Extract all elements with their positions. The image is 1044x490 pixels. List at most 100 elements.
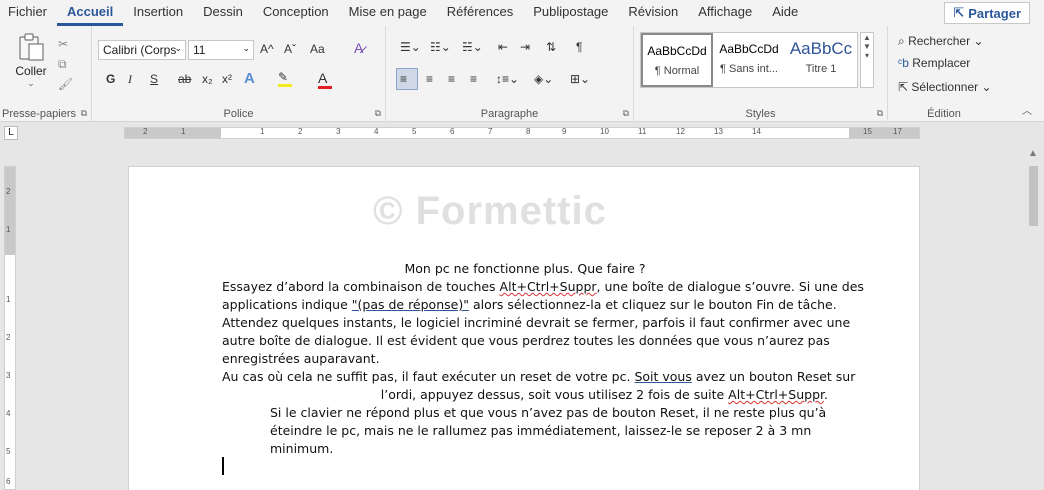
chevron-down-icon: ⌄ bbox=[242, 43, 250, 53]
line-spacing-icon[interactable]: ↕≡⌄ bbox=[496, 72, 519, 86]
underline-button[interactable]: S bbox=[150, 72, 158, 86]
change-case-button[interactable]: Aa bbox=[310, 42, 325, 56]
ruler-number: 1 bbox=[6, 295, 11, 304]
tab-fichier[interactable]: Fichier bbox=[0, 0, 57, 26]
decrease-indent-icon[interactable]: ⇤ bbox=[498, 40, 508, 54]
watermark: © Formettic bbox=[373, 189, 607, 233]
share-label: Partager bbox=[968, 5, 1021, 21]
styles-gallery: AaBbCcDd ¶ Normal AaBbCcDd ¶ Sans int...… bbox=[640, 32, 858, 88]
text-run: Au cas où cela ne suffit pas, il faut ex… bbox=[222, 369, 635, 384]
scroll-up-icon[interactable]: ▲ bbox=[1028, 148, 1038, 159]
tab-conception[interactable]: Conception bbox=[253, 0, 339, 26]
text-effects-button[interactable]: A bbox=[244, 70, 255, 87]
more-styles-icon[interactable]: ▾ bbox=[861, 51, 873, 60]
replace-label: Remplacer bbox=[912, 56, 971, 70]
ribbon: Coller ⌄ ✂ ⧉ 🖌 Presse-papiers ⧉ Calibri … bbox=[0, 26, 1044, 122]
multilevel-list-icon[interactable]: ☵⌄ bbox=[462, 40, 483, 54]
ruler-number: 14 bbox=[752, 127, 761, 136]
tab-selector[interactable]: L bbox=[4, 126, 18, 140]
clear-formatting-icon[interactable]: A̷ bbox=[354, 40, 363, 56]
style-normal[interactable]: AaBbCcDd ¶ Normal bbox=[641, 33, 713, 87]
text-line: Si le clavier ne répond plus et que vous… bbox=[270, 405, 827, 420]
style-heading-1[interactable]: AaBbCc Titre 1 bbox=[785, 33, 857, 87]
shading-icon[interactable]: ◈⌄ bbox=[534, 72, 553, 86]
align-center-icon[interactable]: ≡ bbox=[426, 72, 433, 86]
share-button[interactable]: ⇱ Partager bbox=[944, 2, 1030, 24]
paragraph-launcher-icon[interactable]: ⧉ bbox=[623, 108, 629, 119]
styles-launcher-icon[interactable]: ⧉ bbox=[877, 108, 883, 119]
text-run: . bbox=[824, 387, 828, 402]
font-name-select[interactable]: Calibri (Corps ⌄ bbox=[98, 40, 186, 60]
replace-button[interactable]: ᶜb Remplacer bbox=[898, 56, 970, 70]
ruler-number: 3 bbox=[336, 127, 341, 136]
editing-group-label: Édition bbox=[927, 108, 961, 120]
tab-insertion[interactable]: Insertion bbox=[123, 0, 193, 26]
tab-revision[interactable]: Révision bbox=[618, 0, 688, 26]
ruler-number: 3 bbox=[6, 371, 11, 380]
ruler-number: 7 bbox=[488, 127, 493, 136]
style-preview: AaBbCcDd bbox=[719, 42, 779, 56]
tab-mise-en-page[interactable]: Mise en page bbox=[339, 0, 437, 26]
vertical-ruler-strip[interactable]: 2 1 1 2 3 4 5 6 bbox=[4, 166, 16, 490]
tab-affichage[interactable]: Affichage bbox=[688, 0, 762, 26]
bullets-icon[interactable]: ☰⌄ bbox=[400, 40, 421, 54]
paste-icon bbox=[16, 32, 46, 62]
ruler-strip[interactable]: 2 1 1 2 3 4 5 6 7 8 9 10 11 12 13 14 15 … bbox=[124, 127, 920, 139]
grow-font-button[interactable]: A^ bbox=[260, 42, 274, 56]
vertical-scrollbar[interactable]: ▲ bbox=[1024, 144, 1044, 490]
tab-references[interactable]: Références bbox=[437, 0, 523, 26]
justify-icon[interactable]: ≡ bbox=[470, 72, 477, 86]
text-run: applications indique bbox=[222, 297, 352, 312]
ruler-number: 6 bbox=[450, 127, 455, 136]
tab-accueil[interactable]: Accueil bbox=[57, 0, 124, 26]
select-label: Sélectionner bbox=[911, 80, 979, 94]
clipboard-actions: ✂ ⧉ 🖌 bbox=[58, 34, 73, 94]
sort-icon[interactable]: ⇅ bbox=[546, 40, 556, 54]
find-button[interactable]: ⌕ Rechercher ⌄ bbox=[898, 34, 984, 49]
pilcrow-icon[interactable]: ¶ bbox=[576, 40, 582, 54]
align-right-icon[interactable]: ≡ bbox=[448, 72, 455, 86]
ruler-number: 8 bbox=[526, 127, 531, 136]
italic-button[interactable]: I bbox=[128, 72, 132, 87]
tab-dessin[interactable]: Dessin bbox=[193, 0, 253, 26]
font-color-button[interactable]: A bbox=[318, 70, 332, 89]
select-button[interactable]: ⇱ Sélectionner ⌄ bbox=[898, 80, 992, 94]
font-size-select[interactable]: 11 ⌄ bbox=[188, 40, 254, 60]
ruler-number: 1 bbox=[260, 127, 265, 136]
format-painter-icon[interactable]: 🖌 bbox=[58, 74, 73, 94]
chevron-down-icon: ⌄ bbox=[174, 43, 182, 53]
chevron-down-icon[interactable]: ▼ bbox=[861, 42, 873, 51]
paste-button[interactable]: Coller ⌄ bbox=[8, 30, 54, 89]
numbering-icon[interactable]: ☷⌄ bbox=[430, 40, 451, 54]
font-launcher-icon[interactable]: ⧉ bbox=[375, 108, 381, 119]
text-run: Essayez d’abord la combinaison de touche… bbox=[222, 279, 500, 294]
bold-button[interactable]: G bbox=[106, 72, 115, 86]
styles-group-label: Styles bbox=[745, 108, 776, 120]
scroll-thumb[interactable] bbox=[1029, 166, 1038, 226]
increase-indent-icon[interactable]: ⇥ bbox=[520, 40, 530, 54]
shrink-font-button[interactable]: Aˇ bbox=[284, 42, 296, 56]
style-name: ¶ Sans int... bbox=[720, 63, 778, 75]
tab-publipostage[interactable]: Publipostage bbox=[523, 0, 618, 26]
style-name: ¶ Normal bbox=[654, 65, 700, 77]
chevron-up-icon[interactable]: ▲ bbox=[861, 33, 873, 42]
tab-aide[interactable]: Aide bbox=[762, 0, 808, 26]
superscript-button[interactable]: x² bbox=[222, 72, 232, 86]
align-left-icon[interactable]: ≡ bbox=[396, 68, 418, 90]
strikethrough-button[interactable]: ab bbox=[178, 72, 191, 86]
collapse-ribbon-icon[interactable]: ︿ bbox=[1022, 102, 1032, 117]
style-preview: AaBbCcDd bbox=[647, 44, 707, 58]
highlight-button[interactable]: ✎ bbox=[278, 70, 292, 87]
font-size-value: 11 bbox=[193, 43, 206, 57]
styles-scroll[interactable]: ▲ ▼ ▾ bbox=[860, 32, 874, 88]
clipboard-launcher-icon[interactable]: ⧉ bbox=[81, 108, 87, 119]
style-no-spacing[interactable]: AaBbCcDd ¶ Sans int... bbox=[713, 33, 785, 87]
copy-icon[interactable]: ⧉ bbox=[58, 54, 73, 74]
highlighter-icon: ✎ bbox=[278, 70, 289, 84]
borders-icon[interactable]: ⊞⌄ bbox=[570, 72, 590, 86]
ruler-number: 15 bbox=[863, 127, 872, 136]
cut-icon[interactable]: ✂ bbox=[58, 34, 73, 54]
ruler-number: 2 bbox=[143, 127, 148, 136]
subscript-button[interactable]: x₂ bbox=[202, 72, 213, 86]
document-page[interactable]: © Formettic Mon pc ne fonctionne plus. Q… bbox=[128, 166, 920, 490]
